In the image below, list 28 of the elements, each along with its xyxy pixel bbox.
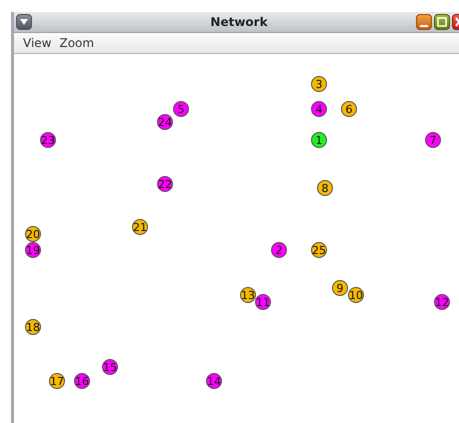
- graph-node: 3: [311, 76, 327, 92]
- graph-node: 16: [74, 373, 90, 389]
- graph-node: 6: [341, 101, 357, 117]
- graph-node: 8: [317, 180, 333, 196]
- graph-node: 7: [425, 132, 441, 148]
- graph-node: 12: [434, 294, 450, 310]
- menu-item[interactable]: Zoom: [59, 36, 94, 50]
- graph-node: 14: [206, 373, 222, 389]
- graph-node: 11: [255, 294, 271, 310]
- graph-node: 22: [157, 176, 173, 192]
- graph-node: 18: [25, 319, 41, 335]
- graph-node: 20: [25, 226, 41, 242]
- graph-node: 2: [271, 242, 287, 258]
- graph-node: 1: [311, 132, 327, 148]
- graph-node: 5: [173, 101, 189, 117]
- graph-node: 23: [40, 132, 56, 148]
- graph-node: 25: [311, 242, 327, 258]
- window-title: Network: [209, 15, 269, 29]
- graph-node: 9: [332, 280, 348, 296]
- graph-node: 19: [25, 242, 41, 258]
- graph-node: 4: [311, 101, 327, 117]
- graph-node: 17: [49, 373, 65, 389]
- graph-node: 24: [157, 114, 173, 130]
- graph-node: 15: [102, 359, 118, 375]
- graph-node: 21: [132, 219, 148, 235]
- graph-node: 10: [348, 287, 364, 303]
- graph-node: 13: [240, 287, 256, 303]
- menu-item[interactable]: View: [23, 36, 52, 50]
